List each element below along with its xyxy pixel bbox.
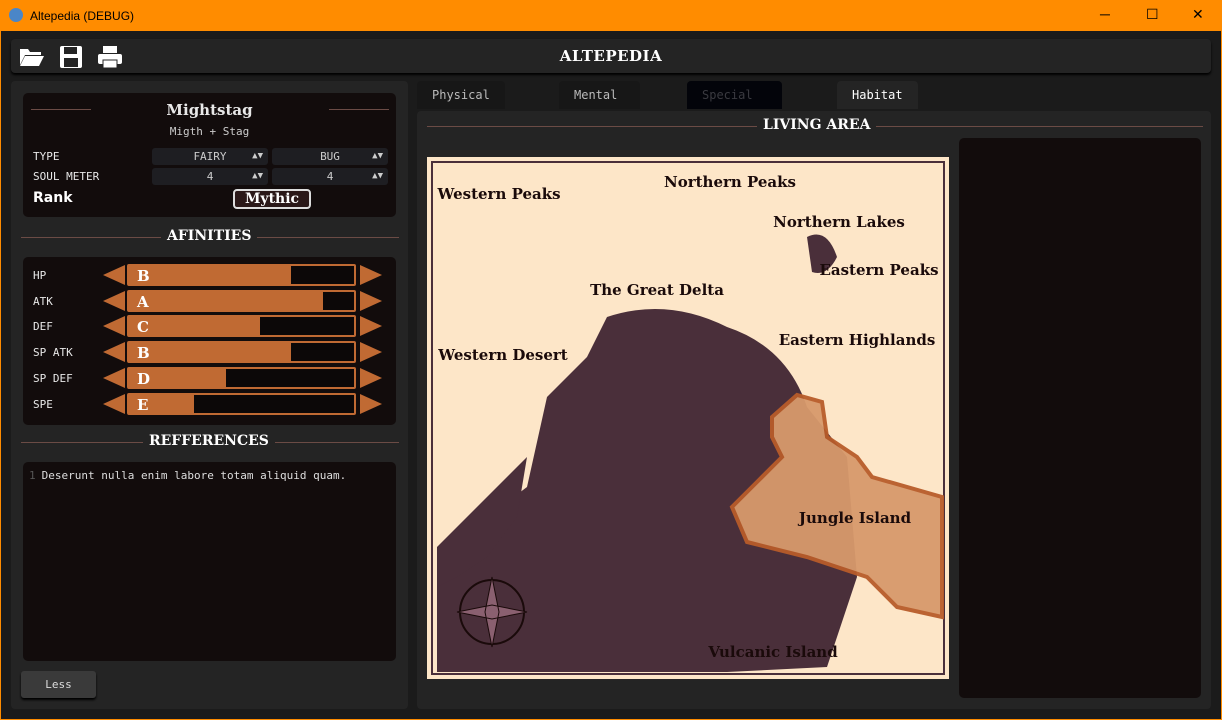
type2-select[interactable]: BUG ▲▼ — [272, 148, 388, 165]
affinity-row-sp-atk: SP ATK B — [23, 341, 396, 364]
grade-label: E — [137, 395, 149, 414]
soul2-spinbox[interactable]: 4 ▲▼ — [272, 168, 388, 185]
references-text: Deserunt nulla enim labore totam aliquid… — [41, 469, 347, 482]
toolbar: ALTEPEDIA — [11, 39, 1211, 73]
app-body: ALTEPEDIA Mightstag Migth + Stag TYPE FA… — [1, 31, 1221, 719]
less-button[interactable]: Less — [21, 671, 96, 698]
creature-subtitle: Migth + Stag — [169, 125, 250, 138]
increase-arrow-icon[interactable] — [360, 265, 382, 285]
map-label: Vulcanic Island — [707, 643, 838, 661]
habitat-panel: LIVING AREA Western Peaks Northern Peaks… — [417, 111, 1211, 709]
decrease-arrow-icon[interactable] — [103, 265, 125, 285]
affinity-bar: A — [127, 289, 356, 312]
map-label: Jungle Island — [797, 509, 912, 527]
soul2-value: 4 — [326, 170, 334, 183]
decrease-arrow-icon[interactable] — [103, 290, 125, 311]
soul1-value: 4 — [206, 170, 214, 183]
tab-physical-profile[interactable]: Physical Profile — [417, 81, 505, 130]
affinity-fill — [129, 291, 323, 310]
tab-habitat[interactable]: Habitat — [837, 81, 918, 109]
updown-icon: ▲▼ — [372, 151, 383, 161]
affinity-bar: B — [127, 341, 356, 364]
stat-label: SP ATK — [33, 346, 73, 360]
increase-arrow-icon[interactable] — [360, 290, 382, 311]
decrease-arrow-icon[interactable] — [103, 316, 125, 337]
decrease-arrow-icon[interactable] — [103, 393, 125, 414]
soul1-spinbox[interactable]: 4 ▲▼ — [152, 168, 268, 185]
grade-label: C — [137, 318, 149, 337]
grade-label: D — [137, 369, 151, 388]
creature-name: Mightstag — [166, 101, 253, 119]
map-label: Eastern Peaks — [819, 261, 938, 279]
affinity-row-sp-def: SP DEF D — [23, 366, 396, 389]
increase-arrow-icon[interactable] — [360, 342, 382, 363]
affinity-fill — [129, 266, 291, 284]
type2-value: BUG — [320, 150, 340, 163]
grade-label: B — [137, 267, 150, 285]
app-icon — [9, 8, 23, 22]
references-editor[interactable]: 1 Deserunt nulla enim labore totam aliqui… — [23, 462, 396, 661]
map-label: The Great Delta — [590, 281, 724, 299]
updown-icon: ▲▼ — [252, 171, 263, 181]
stat-label: ATK — [33, 294, 53, 308]
affinity-bar: E — [127, 392, 356, 415]
type1-select[interactable]: FAIRY ▲▼ — [152, 148, 268, 165]
grade-label: A — [137, 292, 149, 311]
window-title: Altepedia (DEBUG) — [30, 9, 135, 23]
references-heading: REFFERENCES — [143, 433, 275, 449]
affinity-fill — [129, 343, 291, 362]
rank-badge[interactable]: Mythic — [233, 189, 311, 209]
map-label: Northern Peaks — [664, 173, 796, 191]
afinities-card: HP B ATK A DEF C SP ATK B SP DEF D SPE E — [23, 257, 396, 425]
line-number: 1 — [29, 469, 36, 482]
stat-label: HP — [33, 269, 47, 282]
soul-meter-label: SOUL METER — [33, 170, 100, 183]
map-label: Western Desert — [437, 346, 568, 364]
stat-label: SP DEF — [33, 371, 73, 385]
creature-panel: Mightstag Migth + Stag TYPE FAIRY ▲▼ BUG ▲… — [11, 81, 408, 709]
type1-value: FAIRY — [193, 150, 227, 163]
affinity-row-spe: SPE E — [23, 392, 396, 415]
affinity-row-def: DEF C — [23, 315, 396, 338]
minimize-button[interactable]: ─ — [1100, 6, 1110, 22]
stat-label: SPE — [33, 397, 53, 411]
app-title: ALTEPEDIA — [559, 47, 663, 65]
affinity-bar: B — [127, 264, 356, 286]
increase-arrow-icon[interactable] — [360, 367, 382, 388]
affinity-bar: C — [127, 315, 356, 338]
increase-arrow-icon[interactable] — [360, 393, 382, 414]
updown-icon: ▲▼ — [372, 171, 383, 181]
increase-arrow-icon[interactable] — [360, 316, 382, 337]
updown-icon: ▲▼ — [252, 151, 263, 161]
grade-label: B — [137, 344, 150, 363]
decrease-arrow-icon[interactable] — [103, 342, 125, 363]
map-label: Northern Lakes — [773, 213, 905, 231]
afinities-heading: AFINITIES — [161, 228, 258, 244]
creature-card: Mightstag Migth + Stag TYPE FAIRY ▲▼ BUG ▲… — [23, 93, 396, 217]
decrease-arrow-icon[interactable] — [103, 367, 125, 388]
rank-label: Rank — [33, 190, 73, 206]
affinity-row-hp: HP B — [23, 264, 396, 286]
tab-mental-profile[interactable]: Mental Profile — [559, 81, 640, 130]
affinity-row-atk: ATK A — [23, 289, 396, 312]
living-area-heading: LIVING AREA — [757, 117, 877, 133]
map-label: Eastern Highlands — [779, 331, 936, 349]
map-label: Western Peaks — [436, 185, 560, 203]
window-titlebar: Altepedia (DEBUG) ─ ☐ ✕ — [0, 0, 1222, 31]
affinity-bar: D — [127, 366, 356, 389]
stat-label: DEF — [33, 320, 53, 334]
habitat-map[interactable]: Western Peaks Northern Peaks Northern La… — [427, 157, 949, 679]
type-label: TYPE — [33, 150, 60, 163]
tab-special-abilities[interactable]: Special Abilities — [687, 81, 783, 130]
habitat-details-panel — [959, 138, 1201, 698]
close-button[interactable]: ✕ — [1192, 6, 1204, 23]
maximize-button[interactable]: ☐ — [1146, 6, 1159, 23]
